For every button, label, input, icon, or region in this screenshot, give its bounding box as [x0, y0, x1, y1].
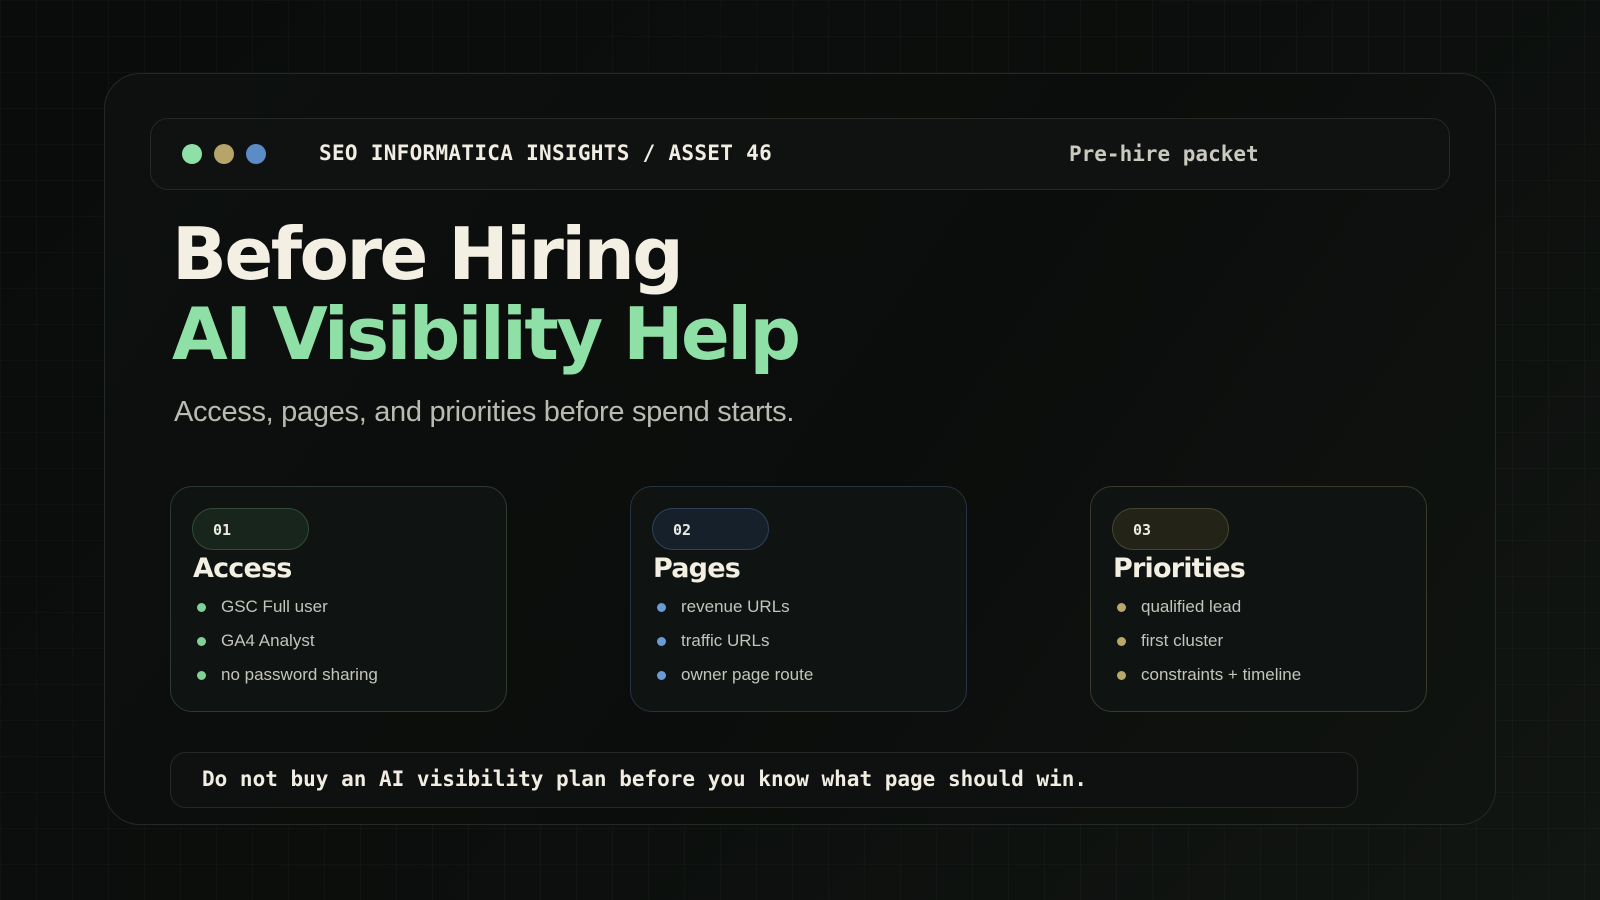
list-item: GSC Full user [197, 595, 378, 629]
bullet-dot-icon [657, 671, 666, 680]
bullet-dot-icon [197, 671, 206, 680]
footer-text: Do not buy an AI visibility plan before … [202, 767, 1088, 791]
bullet-dot-icon [197, 603, 206, 612]
list-item: traffic URLs [657, 629, 813, 663]
window-dot-gold-icon [214, 144, 234, 164]
bullet-dot-icon [1117, 671, 1126, 680]
card-number-badge: 03 [1112, 508, 1229, 550]
brand-label: SEO INFORMATICA INSIGHTS / ASSET 46 [319, 141, 773, 165]
card-priorities: 03 Priorities qualified lead first clust… [1090, 486, 1427, 712]
card-title: Pages [653, 553, 741, 584]
window-dot-green-icon [182, 144, 202, 164]
card-title: Access [193, 553, 292, 584]
card-access: 01 Access GSC Full user GA4 Analyst no p… [170, 486, 507, 712]
card-list: revenue URLs traffic URLs owner page rou… [657, 595, 813, 697]
list-item: qualified lead [1117, 595, 1301, 629]
window-dot-blue-icon [246, 144, 266, 164]
list-item: owner page route [657, 663, 813, 697]
card-pages: 02 Pages revenue URLs traffic URLs owner… [630, 486, 967, 712]
bullet-dot-icon [657, 603, 666, 612]
packet-tag: Pre-hire packet [1069, 142, 1259, 166]
card-list: GSC Full user GA4 Analyst no password sh… [197, 595, 378, 697]
list-item: no password sharing [197, 663, 378, 697]
card-number-badge: 01 [192, 508, 309, 550]
list-item: revenue URLs [657, 595, 813, 629]
page-subtitle: Access, pages, and priorities before spe… [174, 396, 795, 428]
list-item: first cluster [1117, 629, 1301, 663]
bullet-dot-icon [197, 637, 206, 646]
page-title: Before Hiring AI Visibility Help [172, 212, 801, 376]
card-number-badge: 02 [652, 508, 769, 550]
title-line-1: Before Hiring [172, 212, 684, 296]
window-header: SEO INFORMATICA INSIGHTS / ASSET 46 Pre-… [150, 118, 1450, 190]
bullet-dot-icon [657, 637, 666, 646]
list-item: GA4 Analyst [197, 629, 378, 663]
bullet-dot-icon [1117, 637, 1126, 646]
title-line-2: AI Visibility Help [172, 292, 801, 376]
bullet-dot-icon [1117, 603, 1126, 612]
card-list: qualified lead first cluster constraints… [1117, 595, 1301, 697]
list-item: constraints + timeline [1117, 663, 1301, 697]
footer-callout: Do not buy an AI visibility plan before … [170, 752, 1358, 808]
card-title: Priorities [1113, 553, 1246, 584]
